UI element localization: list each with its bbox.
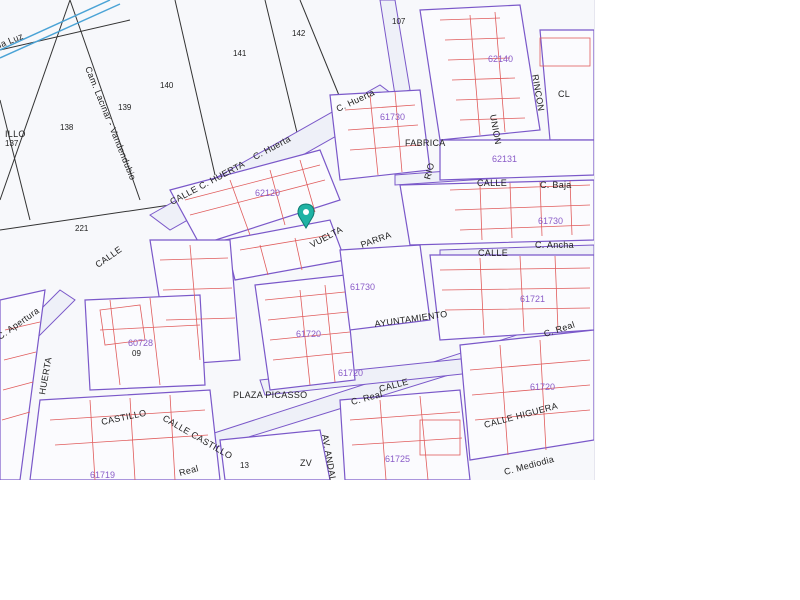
parcel-09: 09 <box>132 349 141 358</box>
label-calle-2: CALLE <box>477 178 507 188</box>
cadastral-map[interactable]: C. Huerta C. Huerta CALLE C. HUERTA C. R… <box>0 0 595 480</box>
block-61720-c: 61720 <box>338 368 363 378</box>
block-62120: 62120 <box>255 188 280 198</box>
label-c-baja: C. Baja <box>540 180 572 190</box>
block-61725: 61725 <box>385 454 410 464</box>
parcel-142: 142 <box>292 29 306 38</box>
parcel-140: 140 <box>160 81 174 90</box>
parcel-138: 138 <box>60 123 74 132</box>
block-61730-a: 61730 <box>538 216 563 226</box>
block-60728: 60728 <box>128 338 153 348</box>
block-62140: 62140 <box>488 54 513 64</box>
label-zv: ZV <box>300 458 312 468</box>
label-calle-1: CALLE <box>93 244 123 269</box>
label-huerta-left: HUERTA <box>37 356 53 395</box>
parcel-107: 107 <box>392 17 406 26</box>
map-canvas[interactable]: C. Huerta C. Huerta CALLE C. HUERTA C. R… <box>0 0 594 480</box>
label-calle-3: CALLE <box>478 248 508 258</box>
parcel-137: 137 <box>5 139 19 148</box>
label-c-mediodia: C. Mediodia <box>503 454 555 477</box>
parcel-141: 141 <box>233 49 247 58</box>
pin-center <box>303 209 309 215</box>
label-fabrica: FABRICA <box>405 138 446 148</box>
block-61730-b: 61730 <box>350 282 375 292</box>
label-c-ancha: C. Ancha <box>535 240 574 250</box>
parcel-139: 139 <box>118 103 132 112</box>
block-62131: 62131 <box>492 154 517 164</box>
block-61719: 61719 <box>90 470 115 480</box>
parcel-13: 13 <box>240 461 249 470</box>
label-castillo-hill: ILLO <box>5 129 26 139</box>
block-61720-a: 61720 <box>296 329 321 339</box>
block-61720-b: 61720 <box>530 382 555 392</box>
block-61721: 61721 <box>520 294 545 304</box>
parcel-221: 221 <box>75 224 89 233</box>
block-61730-c: 61730 <box>380 112 405 122</box>
label-plaza: PLAZA PICASSO <box>233 390 307 400</box>
label-camino: Cam. Lacinar - Vandendubio <box>83 65 138 182</box>
label-cl: CL <box>558 89 570 99</box>
